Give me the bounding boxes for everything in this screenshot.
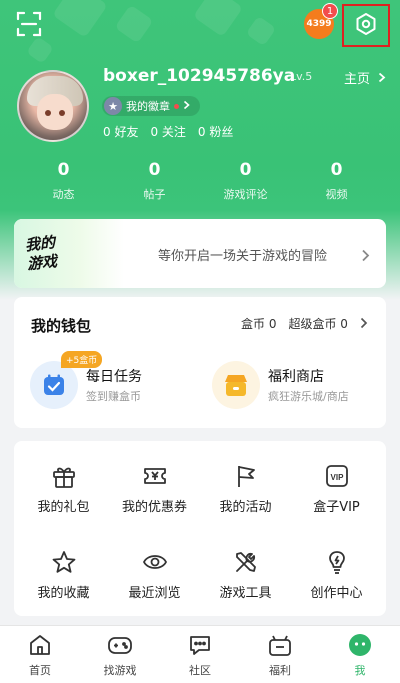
following-count[interactable]: 0 关注	[150, 123, 185, 140]
lightbulb-icon	[324, 549, 350, 575]
grid-item-label: 创作中心	[310, 586, 363, 601]
gift-icon	[51, 463, 77, 489]
grid-item-favorites[interactable]: 我的收藏	[17, 549, 110, 601]
task-name: 每日任务	[86, 369, 142, 385]
top-bar: 4399 1	[0, 0, 400, 48]
chat-icon	[187, 632, 213, 658]
stat-threads[interactable]: 0 帖子	[109, 160, 200, 202]
nav-label: 福利	[269, 664, 291, 677]
grid-item-creator-center[interactable]: 创作中心	[290, 549, 383, 601]
welfare-shop-button[interactable]: 福利商店 疯狂游乐城/商店	[196, 357, 366, 409]
wallet-title: 我的钱包	[31, 317, 92, 335]
stat-game-reviews[interactable]: 0 游戏评论	[200, 160, 291, 202]
badge-star-icon: ★	[104, 97, 122, 115]
super-box-coin-balance: 超级盒币 0	[288, 317, 348, 331]
eye-icon	[142, 549, 168, 575]
my-games-logo: 我的游戏	[14, 219, 124, 288]
nav-me[interactable]: 我	[320, 626, 400, 683]
fans-count[interactable]: 0 粉丝	[198, 123, 233, 140]
home-link-label: 主页	[344, 72, 371, 87]
nav-community[interactable]: 社区	[160, 626, 240, 683]
grid-item-label: 我的收藏	[37, 586, 90, 601]
social-counts: 0 好友 0 关注 0 粉丝	[103, 123, 233, 140]
level-label: Lv.5	[290, 70, 313, 83]
avatar[interactable]	[17, 70, 89, 142]
gift-box-icon	[267, 632, 293, 658]
coupon-icon	[142, 463, 168, 489]
friends-count[interactable]: 0 好友	[103, 123, 138, 140]
grid-item-label: 我的活动	[219, 500, 272, 515]
svg-text:VIP: VIP	[330, 473, 344, 482]
notification-count: 1	[322, 3, 338, 19]
wallet-card: 我的钱包 盒币 0 超级盒币 0 +5盒币 每日任务 签到赚盒币 福利商店 疯狂…	[14, 297, 386, 428]
daily-task-button[interactable]: +5盒币 每日任务 签到赚盒币	[14, 351, 184, 409]
gamepad-icon	[107, 632, 133, 658]
grid-item-tools[interactable]: 游戏工具	[199, 549, 292, 601]
username: boxer_102945786ya	[103, 66, 296, 86]
chevron-right-icon	[361, 247, 370, 266]
bottom-nav: 首页 找游戏 社区 福利 我	[0, 625, 400, 683]
stat-label: 视频	[325, 188, 348, 201]
stat-value: 0	[330, 160, 343, 180]
nav-label: 首页	[29, 664, 51, 677]
task-subtitle: 疯狂游乐城/商店	[268, 390, 349, 403]
my-games-banner[interactable]: 我的游戏 等你开启一场关于游戏的冒险	[14, 219, 386, 288]
stats-row: 0 动态 0 帖子 0 游戏评论 0 视频	[0, 160, 400, 202]
settings-icon	[355, 12, 377, 40]
stat-label: 帖子	[143, 188, 166, 201]
me-icon	[347, 632, 373, 658]
chevron-right-icon	[179, 100, 190, 113]
grid-item-label: 盒子VIP	[313, 500, 360, 515]
star-icon	[51, 549, 77, 575]
flag-icon	[233, 463, 259, 489]
nav-home[interactable]: 首页	[0, 626, 80, 683]
grid-item-history[interactable]: 最近浏览	[108, 549, 201, 601]
nav-welfare[interactable]: 福利	[240, 626, 320, 683]
home-page-link[interactable]: 主页	[344, 68, 386, 87]
stat-videos[interactable]: 0 视频	[291, 160, 382, 202]
grid-item-label: 我的礼包	[37, 500, 90, 515]
stat-value: 0	[148, 160, 161, 180]
vip-icon: VIP	[324, 463, 350, 489]
nav-label: 找游戏	[103, 664, 137, 677]
grid-item-gifts[interactable]: 我的礼包	[17, 463, 110, 515]
nav-label: 我	[354, 664, 366, 677]
stat-label: 动态	[52, 188, 75, 201]
nav-find-games[interactable]: 找游戏	[80, 626, 160, 683]
settings-button[interactable]	[342, 4, 390, 47]
box-coin-balance: 盒币 0	[241, 317, 277, 331]
my-badge-button[interactable]: ★ 我的徽章	[102, 96, 200, 116]
wallet-coins[interactable]: 盒币 0 超级盒币 0	[241, 315, 368, 332]
tools-icon	[233, 549, 259, 575]
badge-label: 我的徽章	[126, 100, 170, 113]
banner-text: 等你开启一场关于游戏的冒险	[158, 249, 328, 264]
stat-value: 0	[239, 160, 252, 180]
grid-item-label: 最近浏览	[128, 586, 181, 601]
grid-item-vip[interactable]: VIP 盒子VIP	[290, 463, 383, 515]
grid-item-label: 游戏工具	[219, 586, 272, 601]
task-subtitle: 签到赚盒币	[86, 390, 141, 403]
grid-item-label: 我的优惠券	[121, 500, 187, 515]
chevron-right-icon	[374, 72, 386, 87]
grid-item-coupons[interactable]: 我的优惠券	[108, 463, 201, 515]
shop-icon	[212, 361, 260, 409]
stat-posts-feed[interactable]: 0 动态	[18, 160, 109, 202]
stat-label: 游戏评论	[223, 188, 268, 201]
nav-label: 社区	[189, 664, 211, 677]
grid-item-activities[interactable]: 我的活动	[199, 463, 292, 515]
features-grid: 我的礼包 我的优惠券 我的活动 VIP 盒子VIP 我的收藏 最近浏览 游戏工具…	[14, 441, 386, 616]
home-icon	[27, 632, 53, 658]
calendar-check-icon	[30, 361, 78, 409]
task-name: 福利商店	[268, 369, 324, 385]
stat-value: 0	[57, 160, 70, 180]
scan-icon[interactable]	[15, 10, 43, 38]
chevron-right-icon	[360, 315, 368, 332]
